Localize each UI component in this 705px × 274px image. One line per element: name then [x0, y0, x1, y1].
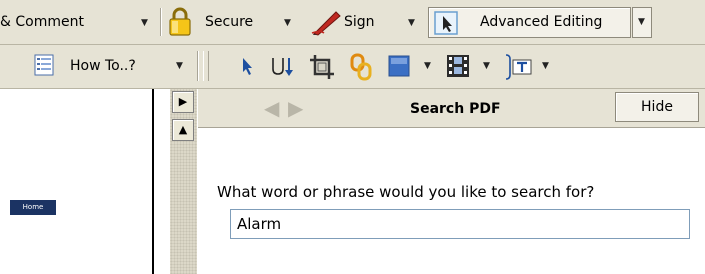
howto-menu-label[interactable]: How To..?: [70, 58, 136, 74]
film-dropdown-arrow-icon[interactable]: ▼: [483, 62, 490, 71]
advanced-editing-label: Advanced Editing: [480, 14, 603, 30]
comment-dropdown-arrow-icon[interactable]: ▼: [141, 19, 148, 28]
hide-button[interactable]: Hide: [615, 92, 699, 122]
text-field-icon[interactable]: [503, 53, 533, 85]
search-prompt: What word or phrase would you like to se…: [217, 183, 595, 201]
scroll-up-arrow-icon[interactable]: ▲: [172, 119, 194, 141]
search-panel-body: [198, 128, 705, 274]
sign-dropdown-arrow-icon[interactable]: ▼: [408, 19, 415, 28]
sign-pen-icon[interactable]: [310, 8, 342, 40]
advanced-editing-icon: [434, 11, 458, 39]
comment-menu-label[interactable]: & Comment: [0, 14, 84, 30]
toolbar-grip[interactable]: [203, 51, 209, 81]
lock-icon[interactable]: [168, 7, 192, 41]
list-icon[interactable]: [34, 54, 54, 80]
scrollbar[interactable]: ▶ ▲: [170, 89, 197, 274]
text-field-dropdown-arrow-icon[interactable]: ▼: [542, 62, 549, 71]
toolbar-separator: [197, 51, 198, 81]
page-border: [152, 89, 154, 274]
search-panel-title: Search PDF: [410, 101, 501, 117]
search-input[interactable]: [230, 209, 690, 239]
advanced-editing-dropdown-arrow-icon: ▼: [638, 17, 645, 27]
sign-menu-label[interactable]: Sign: [344, 14, 375, 30]
document-view[interactable]: [0, 89, 170, 274]
advanced-editing-dropdown[interactable]: ▼: [632, 7, 652, 38]
link-chain-icon[interactable]: [348, 53, 374, 85]
howto-dropdown-arrow-icon[interactable]: ▼: [176, 62, 183, 71]
forward-arrow-icon[interactable]: ▶: [288, 98, 303, 118]
film-media-icon[interactable]: [446, 54, 470, 82]
toolbar-separator: [160, 8, 161, 36]
expand-panel-arrow-icon[interactable]: ▶: [172, 91, 194, 113]
touchup-text-icon[interactable]: [270, 55, 296, 83]
crop-icon[interactable]: [308, 53, 336, 85]
secure-menu-label[interactable]: Secure: [205, 14, 253, 30]
select-arrow-icon[interactable]: [240, 56, 254, 80]
home-button[interactable]: Home: [10, 200, 56, 215]
back-arrow-icon[interactable]: ◀: [264, 98, 279, 118]
rectangle-tool-icon[interactable]: [388, 55, 410, 81]
secure-dropdown-arrow-icon[interactable]: ▼: [284, 19, 291, 28]
rectangle-dropdown-arrow-icon[interactable]: ▼: [424, 62, 431, 71]
